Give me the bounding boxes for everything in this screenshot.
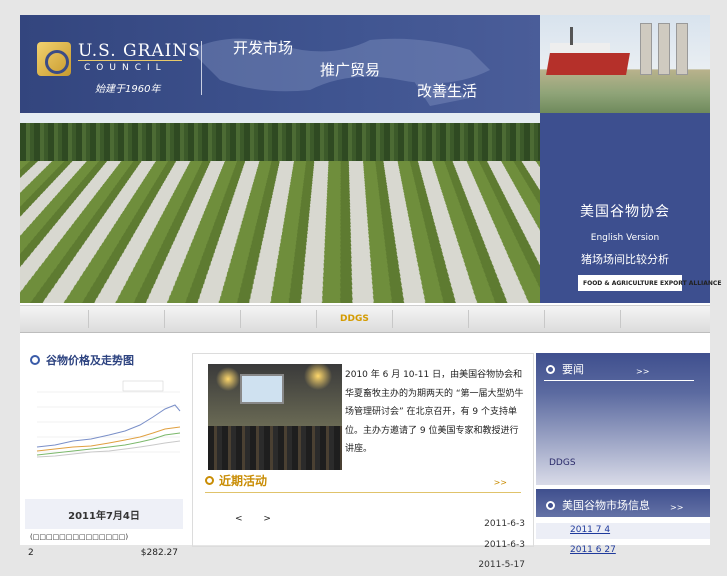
headlines-title: 要闻 — [562, 363, 584, 376]
main-nav: DDGS — [20, 305, 710, 333]
price-row-value: $282.27 — [140, 548, 178, 558]
market-link[interactable]: 2011 7 4 — [570, 525, 610, 535]
conference-photo[interactable] — [208, 364, 342, 470]
price-chart-svg — [25, 377, 183, 469]
side-panel: 美国谷物协会 English Version 猪场场间比较分析 FOOD & A… — [540, 113, 721, 303]
headlines-heading: 要闻 — [546, 361, 584, 377]
nav-separator — [164, 310, 165, 328]
usgc-chinese-title: 美国谷物协会 — [580, 204, 670, 220]
price-trend-title: 谷物价格及走势图 — [46, 354, 134, 367]
events-pager: < > — [235, 514, 271, 524]
english-version-link[interactable]: English Version — [540, 233, 710, 243]
grain-silo — [676, 23, 688, 75]
projection-screen — [240, 374, 284, 404]
market-info-more-link[interactable]: >> — [670, 503, 683, 512]
logo-title[interactable]: U.S. GRAINS — [78, 41, 201, 61]
logo-divider — [78, 60, 182, 61]
grain-silo — [658, 23, 670, 75]
nav-separator — [620, 310, 621, 328]
next-arrow[interactable]: > — [263, 514, 271, 524]
prev-arrow[interactable]: < — [235, 514, 243, 524]
price-chart-thumbnail[interactable] — [25, 377, 183, 469]
recent-events-title: 近期活动 — [219, 474, 268, 488]
bullet-icon — [30, 355, 40, 365]
headlines-panel: 要闻 >> DDGS — [536, 353, 710, 485]
market-info-title: 美国谷物市场信息 — [562, 499, 650, 512]
event-date: 2011-5-17 — [478, 560, 525, 570]
headlines-more-link[interactable]: >> — [636, 367, 649, 376]
food-agriculture-alliance-logo[interactable]: FOOD & AGRICULTURE EXPORT ALLIANCE — [578, 275, 721, 291]
bullet-icon — [546, 500, 555, 510]
recent-events-heading: 近期活动 — [205, 472, 267, 489]
logo-since: 始建于1960年 — [95, 84, 161, 95]
headline-item-ddgs[interactable]: DDGS — [549, 458, 576, 468]
headlines-rule — [544, 380, 694, 381]
news-paragraph[interactable]: 2010 年 6 月 10-11 日，由美国谷物协会和华夏畜牧主办的为期两天的 … — [345, 366, 525, 459]
market-link-row — [536, 523, 710, 539]
cargo-ship-image — [540, 15, 710, 113]
usgc-logo-icon[interactable] — [37, 42, 71, 76]
nav-separator — [392, 310, 393, 328]
bullet-icon — [205, 476, 214, 485]
grain-silo — [640, 23, 652, 75]
audience — [208, 426, 342, 470]
recent-events-more-link[interactable]: >> — [494, 478, 507, 487]
crop-rows — [20, 161, 540, 303]
ship-mast — [570, 27, 573, 45]
right-column: 要闻 >> DDGS 美国谷物市场信息 >> 2011 7 4 2011 6 2… — [536, 353, 710, 555]
page: U.S. GRAINS COUNCIL 始建于1960年 开发市场 推广贸易 改… — [20, 15, 721, 570]
nav-separator — [240, 310, 241, 328]
market-info-heading: 美国谷物市场信息 — [546, 497, 650, 513]
corn-field-image — [20, 113, 540, 303]
slogan-develop-market: 开发市场 — [233, 39, 294, 57]
tree-line — [20, 123, 540, 163]
pig-farm-comparison-link[interactable]: 猪场场间比较分析 — [540, 251, 710, 267]
price-row-index: 2 — [28, 548, 34, 558]
alliance-logo-text: FOOD & AGRICULTURE EXPORT ALLIANCE — [583, 279, 722, 287]
market-link[interactable]: 2011 6 27 — [570, 545, 616, 555]
ship-hull — [546, 53, 630, 75]
ship-deck — [550, 43, 610, 53]
nav-separator — [544, 310, 545, 328]
header-divider — [201, 41, 202, 95]
news-section: 2010 年 6 月 10-11 日，由美国谷物协会和华夏畜牧主办的为期两天的 … — [192, 353, 534, 570]
nav-separator — [88, 310, 89, 328]
price-table-header: (□□□□□□□□□□□□□□) — [30, 533, 129, 541]
bullet-icon — [546, 364, 555, 374]
nav-separator — [468, 310, 469, 328]
nav-separator — [316, 310, 317, 328]
price-date-bar: 2011年7月4日 — [25, 499, 183, 529]
slogan-improve-life: 改善生活 — [417, 82, 478, 100]
header-banner: U.S. GRAINS COUNCIL 始建于1960年 开发市场 推广贸易 改… — [20, 15, 540, 113]
price-row: 2 $282.27 — [28, 548, 178, 558]
price-trend-heading: 谷物价格及走势图 — [30, 352, 134, 368]
recent-events-header: 近期活动 >> — [205, 470, 521, 493]
price-date: 2011年7月4日 — [68, 511, 140, 522]
event-date: 2011-6-3 — [484, 519, 525, 529]
slogan-promote-trade: 推广贸易 — [320, 61, 381, 79]
nav-item-ddgs[interactable]: DDGS — [340, 314, 369, 324]
logo-subtitle[interactable]: COUNCIL — [84, 63, 167, 73]
